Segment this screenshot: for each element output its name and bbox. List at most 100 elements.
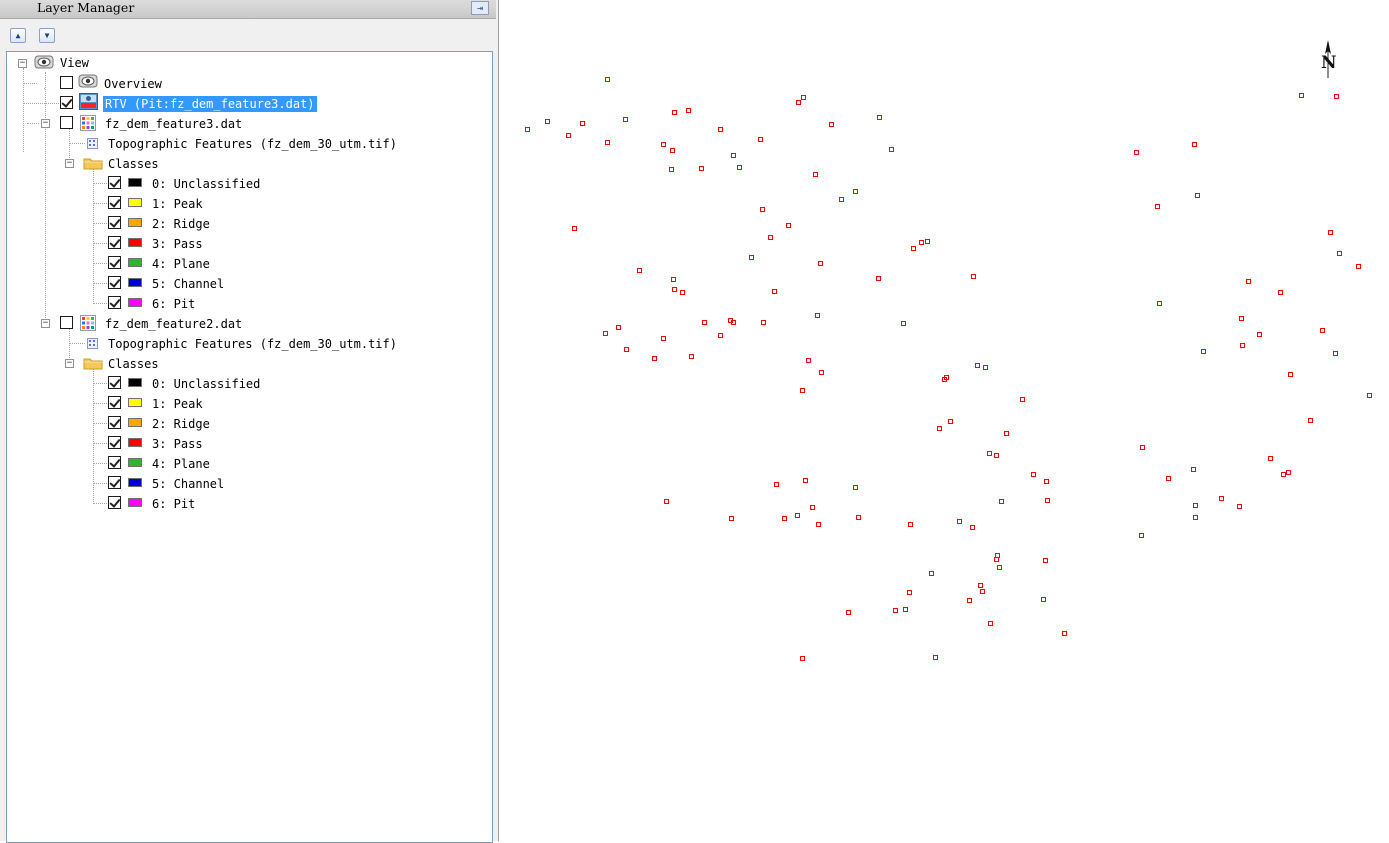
collapse-dataset-toggle[interactable]: − [41, 319, 50, 328]
class-checkbox[interactable] [108, 456, 121, 469]
dataset-name[interactable]: fz_dem_feature2.dat [105, 316, 242, 332]
overview-checkbox[interactable] [60, 76, 73, 89]
class-checkbox[interactable] [108, 216, 121, 229]
point-marker [760, 207, 766, 213]
point-marker [1020, 396, 1026, 402]
classification-layer-icon [80, 115, 96, 131]
class-checkbox[interactable] [108, 256, 121, 269]
class-label[interactable]: 1: Peak [152, 196, 203, 212]
point-marker [661, 141, 667, 147]
class-checkbox[interactable] [108, 376, 121, 389]
class-color-swatch [128, 458, 142, 467]
tree-root-label[interactable]: View [60, 55, 89, 71]
class-label[interactable]: 0: Unclassified [152, 376, 260, 392]
panel-titlebar: Layer Manager ⇥ [0, 0, 496, 19]
class-color-swatch [128, 418, 142, 427]
point-marker [670, 277, 676, 283]
class-color-swatch [128, 258, 142, 267]
point-marker [1061, 630, 1067, 636]
class-color-swatch [128, 398, 142, 407]
rtv-checkbox[interactable] [60, 96, 73, 109]
dataset-name[interactable]: fz_dem_feature3.dat [105, 116, 242, 132]
point-marker [774, 481, 780, 487]
point-marker [572, 225, 578, 231]
class-checkbox[interactable] [108, 276, 121, 289]
rtv-layer-icon [79, 93, 98, 110]
class-label[interactable]: 6: Pit [152, 496, 195, 512]
point-marker [524, 126, 530, 132]
point-marker [978, 582, 984, 588]
point-marker [1237, 504, 1243, 510]
point-marker [1219, 496, 1225, 502]
point-marker [1256, 331, 1262, 337]
raster-source-icon [87, 338, 98, 349]
point-marker [817, 260, 823, 266]
point-marker [795, 513, 801, 518]
point-marker [828, 122, 834, 128]
collapse-classes-toggle[interactable]: − [65, 359, 74, 368]
classes-folder-label[interactable]: Classes [108, 156, 159, 172]
class-checkbox[interactable] [108, 176, 121, 189]
class-label[interactable]: 6: Pit [152, 296, 195, 312]
classes-folder-label[interactable]: Classes [108, 356, 159, 372]
map-view[interactable]: N [503, 0, 1389, 841]
point-marker [736, 164, 742, 170]
point-marker [731, 320, 737, 326]
point-marker [855, 514, 861, 520]
overview-label[interactable]: Overview [104, 76, 162, 92]
class-checkbox[interactable] [108, 296, 121, 309]
point-marker [875, 276, 881, 282]
dataset-source[interactable]: Topographic Features (fz_dem_30_utm.tif) [108, 336, 397, 352]
point-marker [979, 588, 985, 594]
point-marker [1281, 472, 1287, 478]
dataset-checkbox[interactable] [60, 316, 73, 329]
class-label[interactable]: 4: Plane [152, 256, 210, 272]
class-label[interactable]: 4: Plane [152, 456, 210, 472]
class-checkbox[interactable] [108, 396, 121, 409]
point-marker [761, 319, 767, 325]
point-marker [1201, 348, 1207, 354]
class-checkbox[interactable] [108, 196, 121, 209]
class-label[interactable]: 3: Pass [152, 236, 203, 252]
point-marker [701, 319, 707, 325]
class-label[interactable]: 0: Unclassified [152, 176, 260, 192]
class-label[interactable]: 5: Channel [152, 476, 224, 492]
class-checkbox[interactable] [108, 416, 121, 429]
layer-tree[interactable]: − View Overview RTV (Pit:fz_dem_feature3… [6, 51, 493, 843]
point-marker [889, 147, 895, 153]
point-marker [1328, 229, 1334, 235]
move-layer-down-button[interactable]: ▼ [39, 28, 55, 43]
class-checkbox[interactable] [108, 236, 121, 249]
class-checkbox[interactable] [108, 476, 121, 489]
collapse-view-toggle[interactable]: − [18, 59, 27, 68]
point-marker [809, 504, 815, 510]
class-label[interactable]: 3: Pass [152, 436, 203, 452]
point-marker [636, 268, 642, 274]
point-marker [911, 245, 917, 251]
point-marker [970, 525, 976, 531]
move-layer-up-button[interactable]: ▲ [10, 28, 26, 43]
class-checkbox[interactable] [108, 436, 121, 449]
point-marker [1166, 476, 1172, 482]
pin-panel-icon[interactable]: ⇥ [471, 1, 489, 15]
collapse-classes-toggle[interactable]: − [65, 159, 74, 168]
point-marker [651, 355, 657, 361]
collapse-dataset-toggle[interactable]: − [41, 119, 50, 128]
class-label[interactable]: 5: Channel [152, 276, 224, 292]
class-checkbox[interactable] [108, 496, 121, 509]
point-marker [925, 239, 931, 245]
point-marker [812, 172, 818, 178]
point-marker [892, 608, 898, 614]
point-marker [1003, 431, 1009, 437]
point-marker [988, 621, 994, 627]
point-marker [987, 450, 993, 456]
class-color-swatch [128, 298, 142, 307]
point-marker [669, 147, 675, 153]
class-label[interactable]: 2: Ridge [152, 216, 210, 232]
point-marker [663, 498, 669, 504]
class-label[interactable]: 2: Ridge [152, 416, 210, 432]
class-label[interactable]: 1: Peak [152, 396, 203, 412]
rtv-layer-label[interactable]: RTV (Pit:fz_dem_feature3.dat) [103, 96, 317, 112]
dataset-checkbox[interactable] [60, 116, 73, 129]
dataset-source[interactable]: Topographic Features (fz_dem_30_utm.tif) [108, 136, 397, 152]
